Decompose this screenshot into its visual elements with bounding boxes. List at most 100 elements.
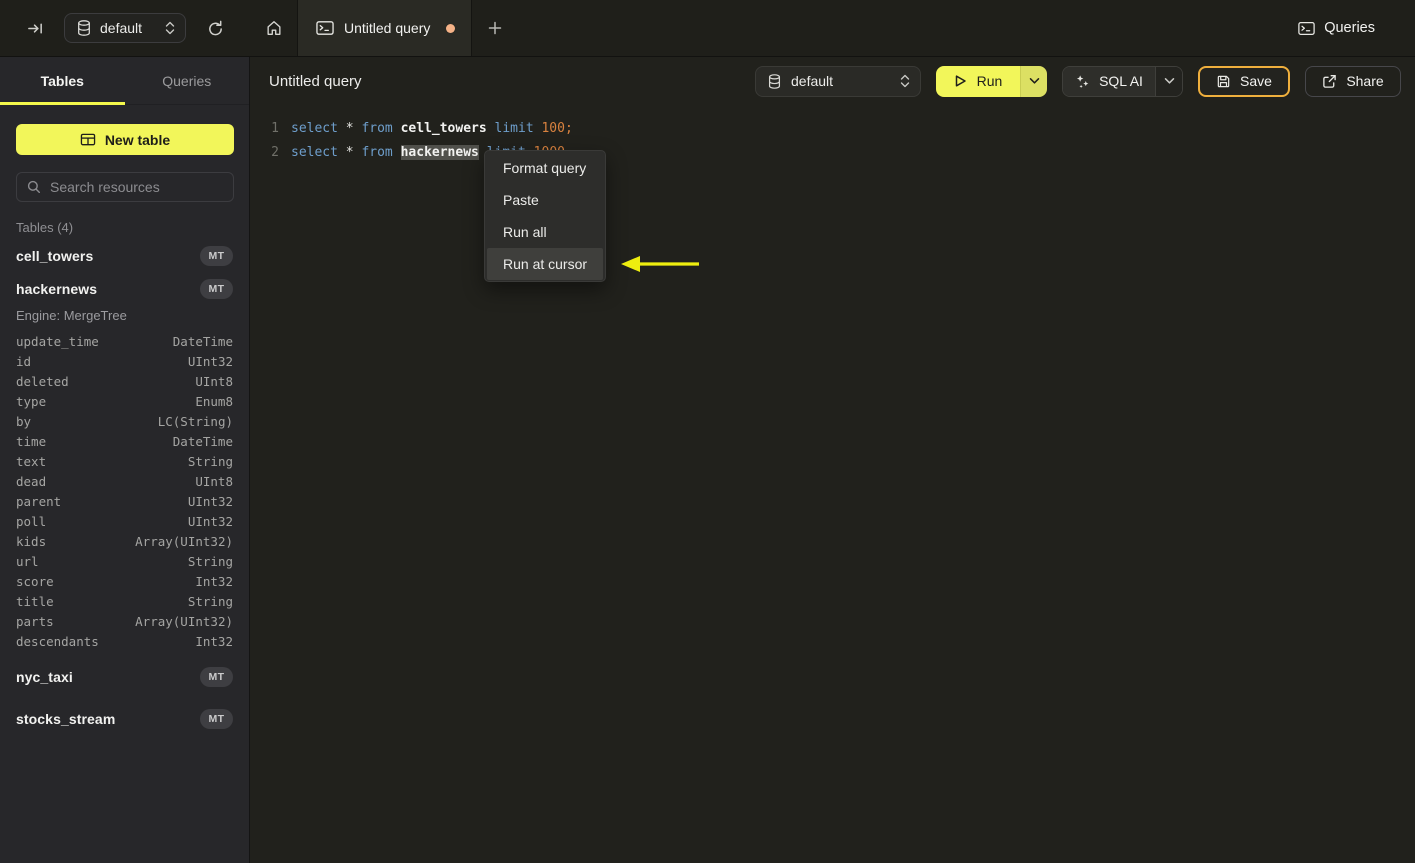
code-token: from [361, 144, 393, 160]
column-name: url [16, 553, 39, 569]
terminal-icon [316, 20, 334, 36]
column-row[interactable]: poll UInt32 [16, 511, 233, 531]
column-type: Int32 [195, 633, 233, 649]
sparkles-icon [1075, 74, 1090, 89]
chevron-down-icon [1029, 77, 1040, 85]
column-type: UInt32 [187, 353, 233, 369]
column-row[interactable]: text String [16, 451, 233, 471]
column-row[interactable]: id UInt32 [16, 351, 233, 371]
run-options-caret[interactable] [1020, 65, 1047, 97]
plus-icon [487, 20, 503, 36]
menu-item-format-query[interactable]: Format query [487, 152, 603, 184]
column-row[interactable]: time DateTime [16, 431, 233, 451]
table-name: cell_towers [16, 247, 94, 264]
queries-button[interactable]: Queries [1298, 20, 1375, 36]
table-row[interactable]: stocks_stream MT [16, 702, 233, 735]
table-row[interactable]: cell_towers MT [16, 239, 233, 272]
code-token: * [345, 144, 354, 160]
share-button[interactable]: Share [1305, 65, 1401, 97]
column-row[interactable]: title String [16, 591, 233, 611]
tab-untitled-query[interactable]: Untitled query [297, 0, 473, 56]
column-row[interactable]: dead UInt8 [16, 471, 233, 491]
refresh-icon[interactable] [202, 15, 228, 41]
table-engine-label: Engine: MergeTree [16, 307, 127, 323]
new-table-button[interactable]: New table [16, 124, 234, 155]
column-type: Array(UInt32) [135, 613, 233, 629]
column-type: UInt8 [195, 373, 233, 389]
topbar-right-cluster: Queries [1298, 20, 1415, 36]
run-button-label: Run [976, 73, 1003, 89]
code-token: from [361, 120, 393, 136]
table-row[interactable]: nyc_taxi MT [16, 660, 233, 693]
topbar-left-cluster: default [0, 0, 250, 56]
column-row[interactable]: type Enum8 [16, 391, 233, 411]
sidebar-tab-tables[interactable]: Tables [0, 57, 125, 105]
save-button[interactable]: Save [1198, 65, 1290, 97]
code-line[interactable]: 2select * from hackernews limit 1000 [251, 140, 1415, 164]
menu-item-run-at-cursor[interactable]: Run at cursor [487, 248, 603, 280]
queries-terminal-icon [1298, 21, 1315, 36]
sql-editor[interactable]: 1 select * from cell_towers limit 100; 2 se… [251, 105, 1415, 863]
search-box[interactable] [16, 172, 234, 202]
header-database-select[interactable]: default [755, 65, 921, 97]
code-token: cell_towers [400, 120, 487, 136]
new-table-label: New table [104, 131, 171, 148]
home-button[interactable] [250, 0, 297, 56]
code-line[interactable]: 1 select * from cell_towers limit 100; [251, 116, 1415, 140]
play-icon [954, 74, 967, 88]
query-title: Untitled query [269, 72, 362, 90]
collapse-sidebar-icon[interactable] [22, 15, 48, 41]
column-row[interactable]: by LC(String) [16, 411, 233, 431]
mt-badge: MT [200, 666, 233, 687]
sidebar-tab-queries[interactable]: Queries [125, 57, 250, 104]
top-bar: default Untitled query Queries [0, 0, 1415, 57]
topbar-database-select[interactable]: default [64, 13, 187, 43]
save-button-label: Save [1240, 73, 1272, 89]
run-button-group: Run [936, 65, 1047, 97]
run-button[interactable]: Run [936, 65, 1020, 97]
share-button-label: Share [1346, 73, 1384, 89]
column-name: descendants [16, 633, 99, 649]
new-tab-button[interactable] [472, 0, 518, 56]
selected-token: hackernews [400, 144, 479, 160]
column-row[interactable]: kids Array(UInt32) [16, 531, 233, 551]
column-name: parts [16, 613, 54, 629]
sidebar: Tables Queries New table Tables (4) cell… [0, 57, 250, 863]
column-row[interactable]: update_time DateTime [16, 331, 233, 351]
column-type: DateTime [172, 333, 233, 349]
column-type: String [187, 593, 233, 609]
updown-chevron-icon [900, 74, 910, 88]
column-row[interactable]: deleted UInt8 [16, 371, 233, 391]
column-name: dead [16, 473, 47, 489]
code-text: select * from cell_towers limit 100; [291, 121, 573, 136]
column-row[interactable]: parent UInt32 [16, 491, 233, 511]
header-database-value: default [791, 73, 834, 89]
menu-item-run-all[interactable]: Run all [487, 216, 603, 248]
sidebar-tab-queries-label: Queries [162, 72, 212, 89]
tab-strip: Untitled query [250, 0, 518, 56]
column-row[interactable]: descendants Int32 [16, 631, 233, 651]
search-icon [27, 180, 41, 194]
mt-badge: MT [200, 245, 233, 266]
sidebar-body: New table Tables (4) cell_towersMThacker… [0, 124, 249, 735]
database-icon [768, 73, 781, 89]
column-name: id [16, 353, 32, 369]
sql-ai-button-group: SQL AI [1062, 65, 1183, 97]
query-header: Untitled query default Run SQL AI Save S… [251, 57, 1415, 105]
code-token: select [291, 120, 338, 136]
sql-ai-button[interactable]: SQL AI [1063, 66, 1155, 96]
column-type: UInt32 [187, 493, 233, 509]
column-type: String [187, 453, 233, 469]
column-name: update_time [16, 333, 99, 349]
column-row[interactable]: url String [16, 551, 233, 571]
search-input[interactable] [50, 179, 231, 195]
table-row[interactable]: hackernews MT [16, 272, 233, 305]
sql-ai-caret[interactable] [1155, 66, 1182, 96]
menu-item-paste[interactable]: Paste [487, 184, 603, 216]
column-row[interactable]: score Int32 [16, 571, 233, 591]
home-icon [265, 19, 283, 37]
column-row[interactable]: parts Array(UInt32) [16, 611, 233, 631]
column-name: text [16, 453, 47, 469]
